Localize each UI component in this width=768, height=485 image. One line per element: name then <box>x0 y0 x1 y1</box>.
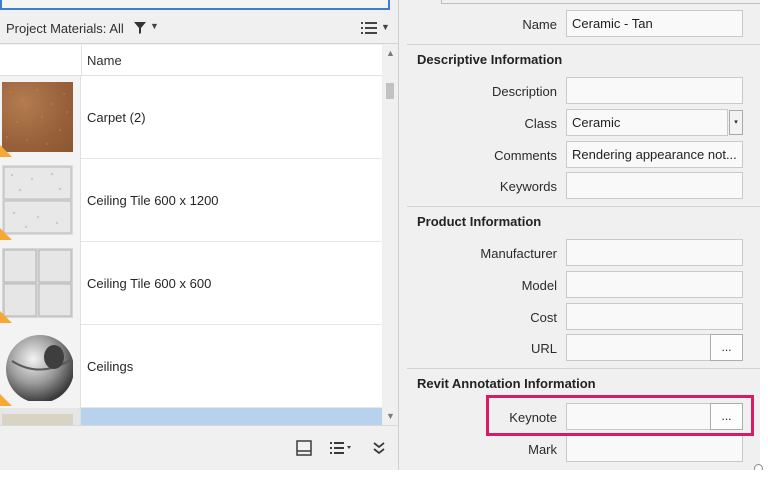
list-options-icon[interactable] <box>330 440 352 456</box>
description-label: Description <box>491 84 557 99</box>
keywords-row: Keywords <box>399 171 761 201</box>
scroll-thumb[interactable] <box>386 83 394 99</box>
mark-field[interactable] <box>566 435 743 462</box>
name-field[interactable]: Ceramic - Tan <box>566 10 743 37</box>
mark-label: Mark <box>528 442 557 457</box>
material-flag-icon <box>0 311 12 323</box>
manufacturer-label: Manufacturer <box>480 246 557 261</box>
cost-label: Cost <box>530 310 557 325</box>
list-item-label: Ceiling Tile 600 x 600 <box>87 276 212 291</box>
section-divider <box>407 44 761 45</box>
list-header: Name <box>0 45 382 76</box>
material-flag-icon <box>0 145 12 157</box>
url-field[interactable] <box>566 334 711 361</box>
expand-chevron-icon[interactable] <box>372 440 386 456</box>
material-flag-icon <box>0 394 12 406</box>
list-item[interactable]: Ceiling Tile 600 x 1200 <box>0 159 382 242</box>
column-header-name[interactable]: Name <box>87 53 122 68</box>
chevron-down-icon[interactable]: ▾ <box>729 110 743 135</box>
filter-funnel-icon[interactable] <box>134 22 146 34</box>
list-item[interactable]: Ceiling Tile 600 x 600 <box>0 242 382 325</box>
column-divider <box>81 45 82 76</box>
description-field[interactable] <box>566 77 743 104</box>
description-row: Description <box>399 76 761 106</box>
url-row: URL ... <box>399 333 761 363</box>
section-title-revit-annotation: Revit Annotation Information <box>417 376 596 391</box>
keywords-label: Keywords <box>499 179 557 194</box>
list-item-label: Carpet (2) <box>87 110 146 125</box>
list-scrollbar[interactable]: ▲ ▼ <box>382 45 398 425</box>
list-view-icon[interactable] <box>361 21 377 35</box>
bottom-strip <box>0 470 768 485</box>
url-browse-button[interactable]: ... <box>710 334 743 361</box>
partial-swatch <box>2 414 73 425</box>
mark-row: Mark <box>399 434 761 464</box>
thumbnail-cell <box>0 408 81 425</box>
ceiling-tile-small-swatch <box>2 248 73 318</box>
scroll-up-icon[interactable]: ▲ <box>386 48 395 58</box>
caret-down-icon[interactable]: ▼ <box>150 21 159 31</box>
thumbnail-cell <box>0 76 81 159</box>
model-field[interactable] <box>566 271 743 298</box>
list-item-label: Ceilings <box>87 359 134 374</box>
cost-field[interactable] <box>566 303 743 330</box>
model-row: Model <box>399 270 761 300</box>
material-browser-panel: Project Materials: All ▼ ▼ Name Carpet (… <box>0 0 398 470</box>
class-select[interactable]: Ceramic <box>566 109 728 136</box>
browser-bottom-bar <box>0 425 398 470</box>
model-label: Model <box>521 278 557 293</box>
list-item[interactable]: Carpet (2) <box>0 76 382 159</box>
list-item-label: Ceiling Tile 600 x 1200 <box>87 193 219 208</box>
comments-row: Comments Rendering appearance not... <box>399 140 761 170</box>
material-list: Name Carpet (2) Ceiling Tile 600 x 1200 … <box>0 45 382 425</box>
class-label: Class <box>524 116 557 131</box>
panel-toggle-icon[interactable] <box>296 440 312 456</box>
thumbnail-cell <box>0 325 81 408</box>
section-divider <box>407 368 761 369</box>
filter-label[interactable]: Project Materials: All <box>6 21 124 36</box>
carpet-swatch <box>2 82 73 152</box>
sphere-swatch <box>2 331 73 401</box>
search-box-edge[interactable] <box>0 0 390 10</box>
ceiling-tile-large-swatch <box>2 165 73 235</box>
scroll-down-icon[interactable]: ▼ <box>386 411 395 421</box>
tab-strip <box>441 0 761 4</box>
thumbnail-cell <box>0 159 81 242</box>
list-item[interactable]: Ceilings <box>0 325 382 408</box>
url-label: URL <box>530 341 557 356</box>
cost-row: Cost <box>399 302 761 332</box>
name-row: Name Ceramic - Tan <box>399 9 761 39</box>
window-edge <box>760 0 768 470</box>
manufacturer-row: Manufacturer <box>399 238 761 268</box>
class-row: Class Ceramic ▾ <box>399 108 761 138</box>
material-flag-icon <box>0 228 12 240</box>
name-label: Name <box>522 17 557 32</box>
keynote-highlight-annotation <box>486 395 754 436</box>
view-caret-down-icon[interactable]: ▼ <box>381 22 390 32</box>
keywords-field[interactable] <box>566 172 743 199</box>
comments-label: Comments <box>494 148 557 163</box>
manufacturer-field[interactable] <box>566 239 743 266</box>
thumbnail-cell <box>0 242 81 325</box>
section-divider <box>407 206 761 207</box>
filter-bar: Project Materials: All ▼ ▼ <box>0 12 398 44</box>
list-item[interactable] <box>0 408 382 425</box>
comments-field[interactable]: Rendering appearance not... <box>566 141 743 168</box>
section-title-product: Product Information <box>417 214 542 229</box>
section-title-descriptive: Descriptive Information <box>417 52 563 67</box>
